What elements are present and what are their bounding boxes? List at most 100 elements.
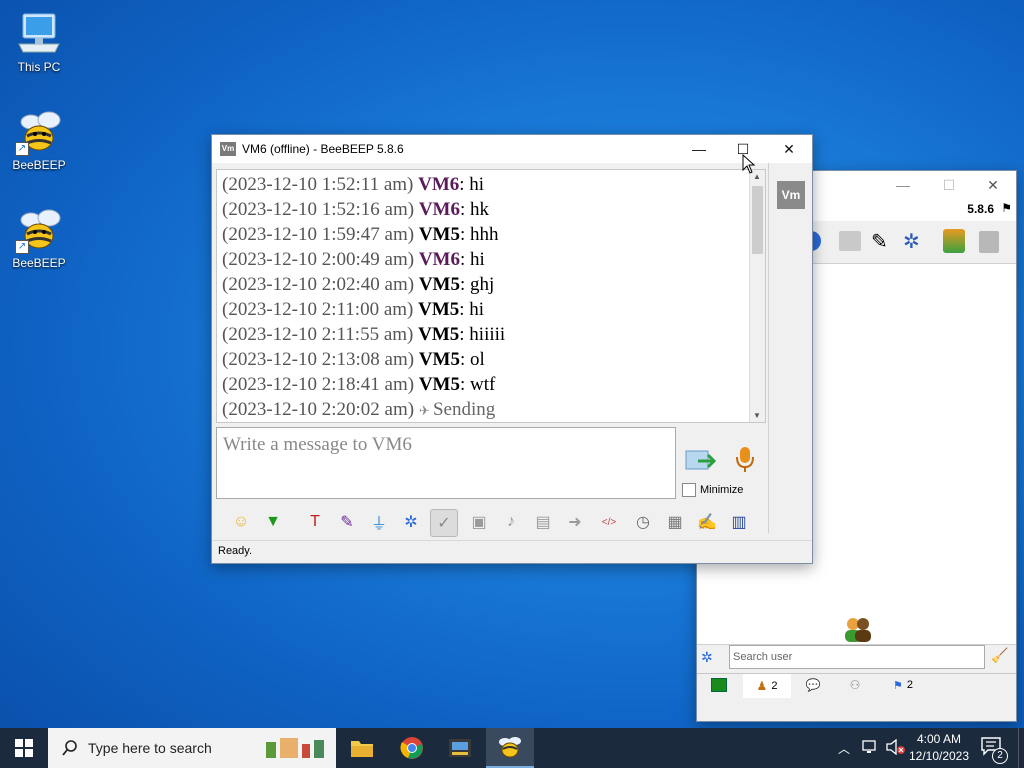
users-icon: ♟ [756, 679, 768, 693]
message-timestamp: (2023-12-10 2:00:49 am) [222, 249, 415, 270]
message-timestamp: (2023-12-10 2:11:00 am) [222, 299, 414, 320]
send-button[interactable] [684, 447, 718, 475]
chat-message: (2023-12-10 1:52:16 am) VM6: hk [217, 197, 749, 222]
chat-message: (2023-12-10 2:20:02 am) ✈ Sending [217, 397, 749, 422]
chat-icon: 💬 [805, 678, 821, 692]
message-sender: VM5 [418, 224, 460, 245]
clear-search-icon[interactable]: 🧹 [991, 647, 1008, 664]
chat-toolbar: ☺ ▼ T ✎ ⏚ ✲ ✓ ▣ ♪ ▤ ➜ </> ◷ ▦ ✍ ▥ [216, 505, 776, 539]
message-timestamp: (2023-12-10 1:52:11 am) [222, 174, 414, 195]
groups-icon: ⚇ [849, 678, 861, 692]
clock-icon[interactable]: ◷ [630, 509, 656, 535]
desktop-icon-beebeep-2[interactable]: ↗ BeeBEEP [4, 206, 74, 270]
tools-icon[interactable]: ✲ [903, 229, 920, 254]
taskbar-app-3[interactable] [436, 728, 484, 768]
tab-users[interactable]: ♟ 2 [743, 674, 791, 698]
chat-message: (2023-12-10 1:52:11 am) VM6: hi [217, 172, 749, 197]
message-timestamp: (2023-12-10 1:52:16 am) [222, 199, 415, 220]
message-timestamp: (2023-12-10 2:13:08 am) [222, 349, 415, 370]
tab-bar: ♟ 2 💬 ⚇ ⚑ 2 [697, 673, 1016, 698]
save-icon[interactable]: ▥ [726, 509, 752, 535]
voice-button[interactable] [734, 445, 756, 475]
message-timestamp: (2023-12-10 1:59:47 am) [222, 224, 415, 245]
bee-icon: ↗ [15, 206, 63, 254]
show-hidden-icons-icon[interactable]: ︿ [838, 740, 850, 757]
message-text: : hi [459, 174, 485, 195]
notification-center-button[interactable]: 2 [980, 736, 1008, 764]
show-desktop-button[interactable] [1018, 728, 1019, 768]
html-icon[interactable]: </> [596, 509, 622, 535]
volume-muted-icon[interactable] [886, 738, 906, 756]
tab-flags[interactable]: ⚑ 2 [879, 674, 927, 696]
edit-icon[interactable]: ✎ [871, 229, 888, 254]
file-icon[interactable]: ▤ [530, 509, 556, 535]
user-avatar[interactable]: Vm [777, 181, 805, 209]
titlebar[interactable]: Vm VM6 (offline) - BeeBEEP 5.8.6 — ☐ ✕ [212, 135, 812, 163]
flag-icon: ⚑ [893, 679, 903, 692]
mail-icon[interactable] [839, 231, 861, 251]
tab-groups[interactable]: ⚇ [835, 674, 875, 696]
message-timestamp: (2023-12-10 2:18:41 am) [222, 374, 415, 395]
chat-message: (2023-12-10 1:59:47 am) VM5: hhh [217, 222, 749, 247]
green-down-icon[interactable]: ▼ [260, 509, 286, 535]
message-input[interactable]: Write a message to VM6 [216, 427, 676, 499]
desktop-icon-beebeep-1[interactable]: ↗ BeeBEEP [4, 108, 74, 172]
dictionary-icon[interactable]: ▣ [466, 509, 492, 535]
smiley-icon[interactable]: ☺ [228, 509, 254, 535]
spellcheck-icon[interactable]: ✓ [430, 509, 458, 537]
microphone-icon [736, 447, 754, 472]
minimize-checkbox[interactable] [682, 483, 696, 497]
taskbar-chrome[interactable] [388, 728, 436, 768]
maximize-button[interactable]: ☐ [926, 171, 972, 199]
scroll-down-icon[interactable]: ▼ [753, 411, 761, 420]
desktop-icon-this-pc[interactable]: This PC [4, 10, 74, 74]
font-icon[interactable]: T [302, 509, 328, 535]
taskbar: Type here to search ︿ 4:00 AM 12/10/2023… [0, 728, 1024, 768]
windows-flag-icon: ⚑ [1001, 201, 1012, 215]
taskbar-search-box[interactable]: Type here to search [48, 728, 336, 768]
chat-message: (2023-12-10 2:11:00 am) VM5: hi [217, 297, 749, 322]
status-bar: Ready. [212, 540, 812, 563]
users-icon [843, 616, 873, 648]
clock-date[interactable]: 12/10/2023 [906, 749, 972, 763]
scrollbar-thumb[interactable] [752, 186, 763, 254]
chat-history[interactable]: (2023-12-10 1:52:11 am) VM6: hi (2023-12-… [216, 169, 766, 423]
window-title: VM6 (offline) - BeeBEEP 5.8.6 [242, 142, 404, 156]
chat-message: (2023-12-10 2:00:49 am) VM6: hi [217, 247, 749, 272]
message-timestamp: (2023-12-10 2:11:55 am) [222, 324, 414, 345]
minimize-checkbox-label: Minimize [700, 484, 744, 496]
vertical-scrollbar[interactable]: ▲ ▼ [749, 170, 765, 422]
settings-gear-icon[interactable]: ✲ [701, 649, 719, 667]
app-icon: Vm [220, 142, 236, 156]
bee-icon: ↗ [15, 108, 63, 156]
minimize-button[interactable]: — [676, 135, 722, 163]
network-icon[interactable] [862, 739, 880, 755]
taskbar-file-explorer[interactable] [338, 728, 386, 768]
music-icon[interactable]: ♪ [498, 509, 524, 535]
green-screen-icon [711, 678, 727, 692]
minimize-button[interactable]: — [880, 171, 926, 199]
gear-icon[interactable]: ✲ [398, 509, 424, 535]
message-sender: VM5 [418, 274, 460, 295]
message-text: : hhh [459, 224, 499, 245]
filter-icon[interactable]: ⏚ [366, 509, 392, 535]
start-button[interactable] [0, 728, 48, 768]
notes-icon[interactable]: ✍ [694, 509, 720, 535]
close-button[interactable]: ✕ [970, 171, 1016, 199]
tab-screen[interactable] [699, 674, 739, 696]
send-file-icon[interactable]: ➜ [562, 509, 588, 535]
message-text: : hk [459, 199, 490, 220]
close-button[interactable]: ✕ [766, 135, 812, 163]
trash-icon[interactable] [979, 231, 999, 253]
screenshot-icon[interactable]: ▦ [662, 509, 688, 535]
message-timestamp: (2023-12-10 2:20:02 am) [222, 399, 415, 420]
tab-chats[interactable]: 💬 [793, 674, 833, 696]
message-sender: VM5 [418, 299, 460, 320]
update-icon[interactable] [943, 229, 965, 253]
clock-time[interactable]: 4:00 AM [906, 732, 972, 746]
color-icon[interactable]: ✎ [334, 509, 360, 535]
version-label: 5.8.6 [967, 202, 994, 216]
search-user-input[interactable]: Search user [729, 645, 985, 669]
taskbar-beebeep[interactable] [486, 728, 534, 768]
chrome-icon [400, 737, 423, 759]
